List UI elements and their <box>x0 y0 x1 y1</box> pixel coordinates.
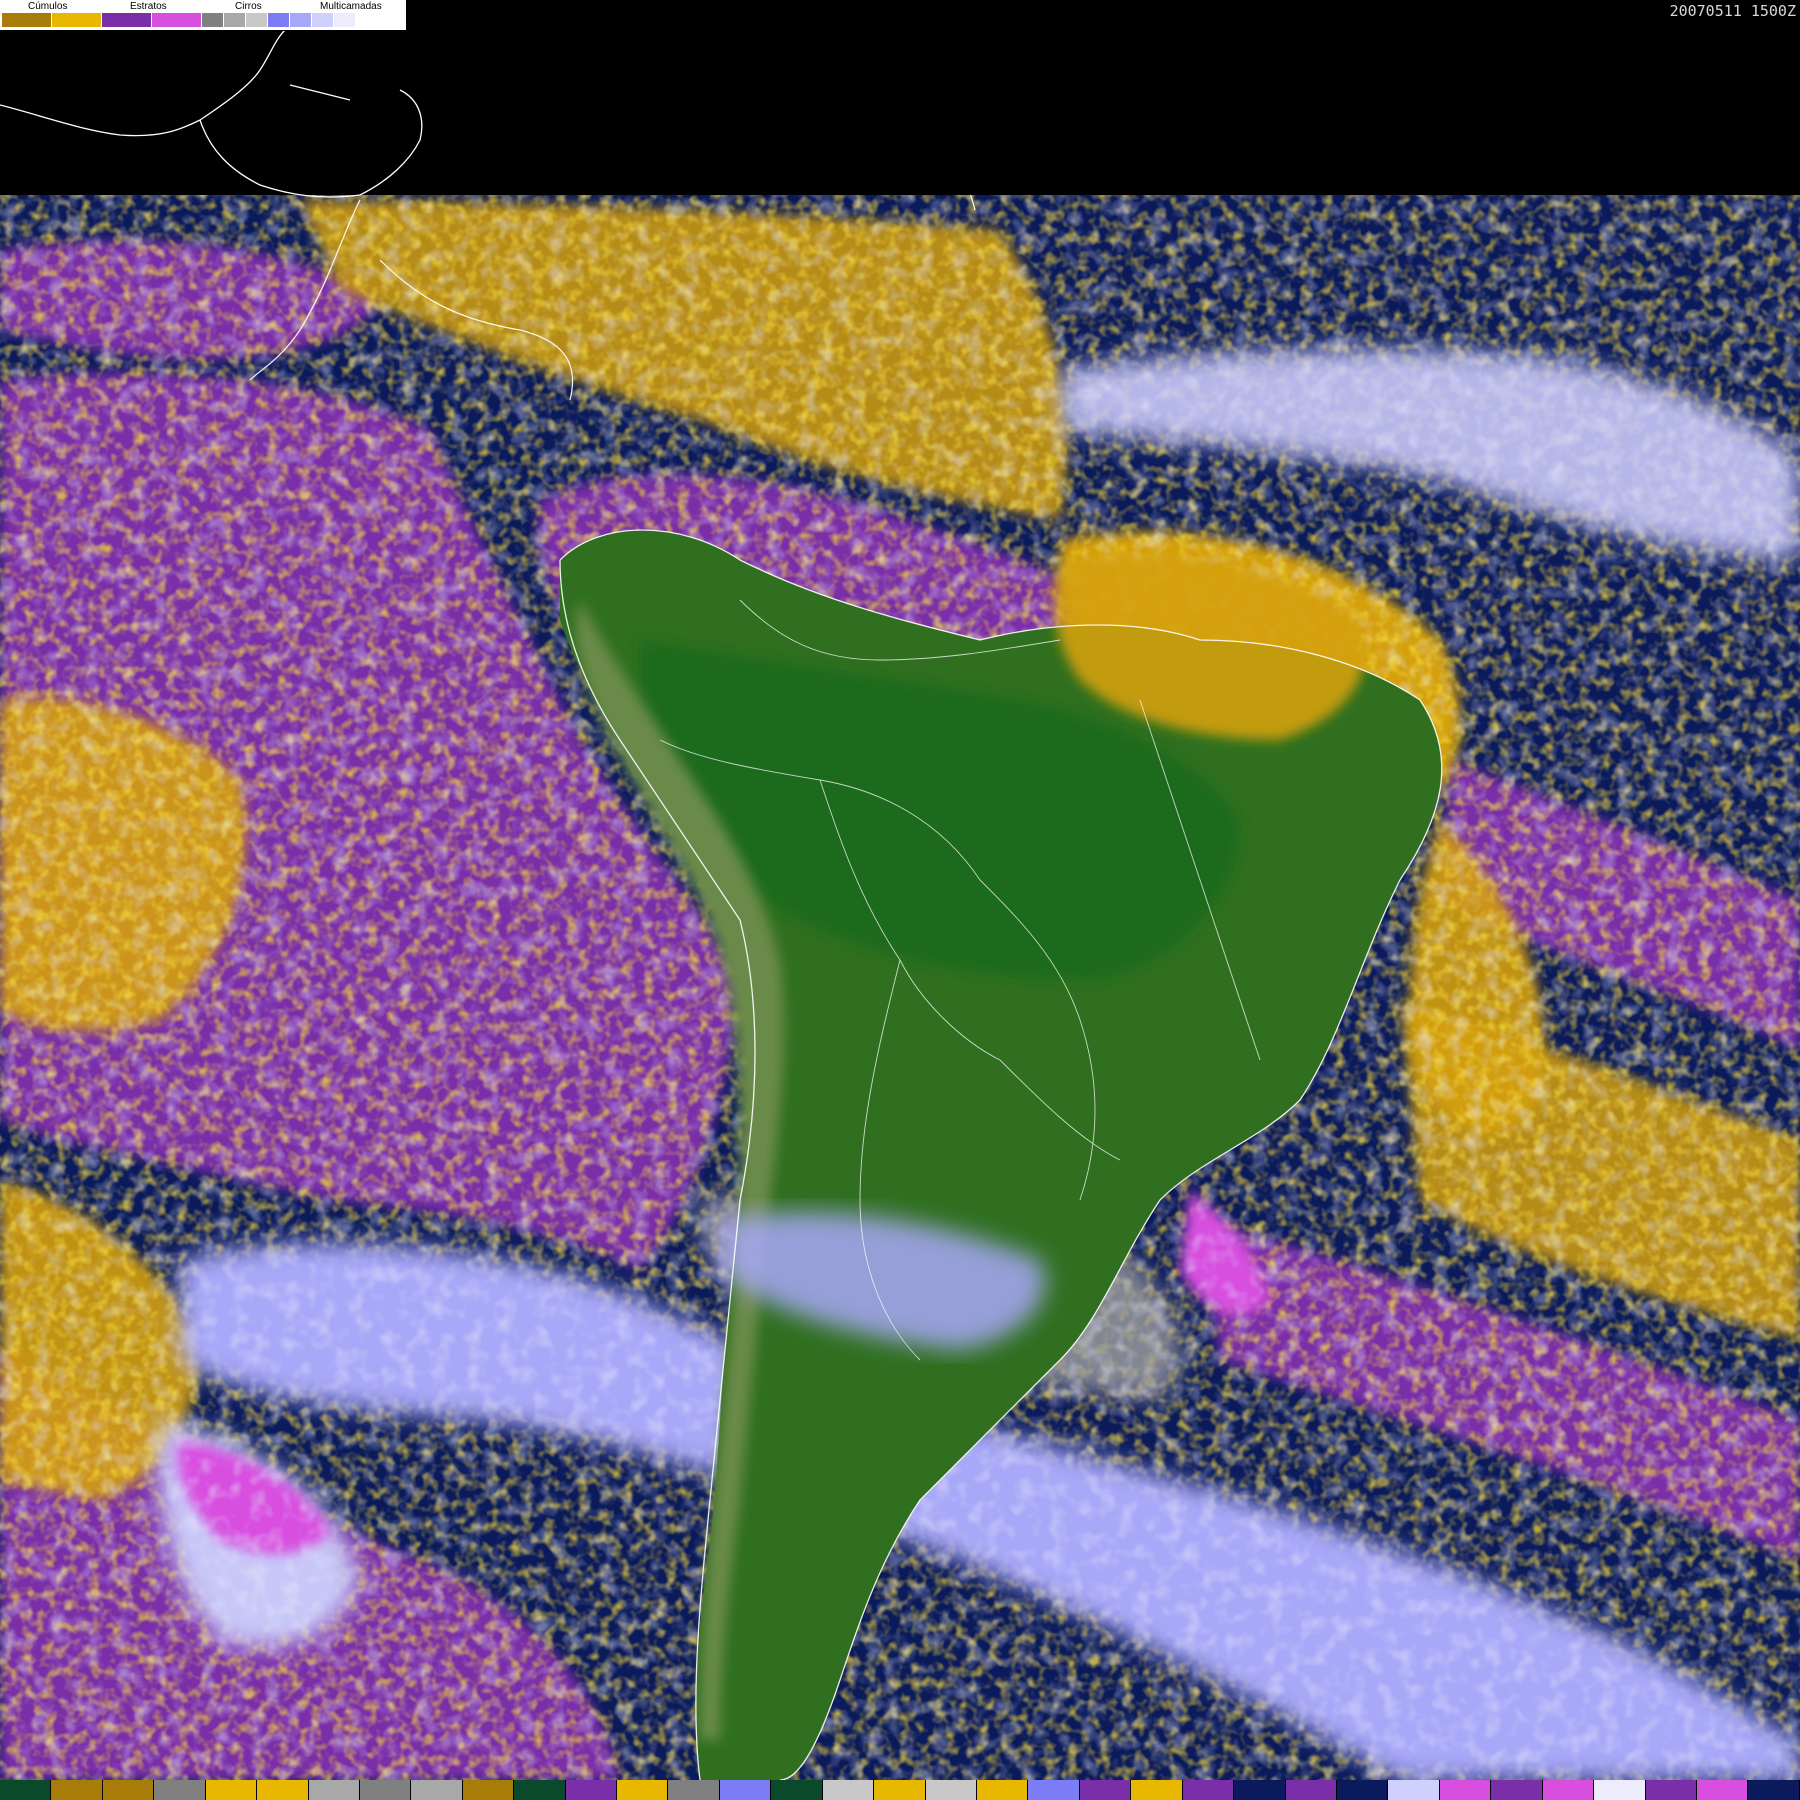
colorbar-cell <box>154 1780 206 1800</box>
colorbar-cell <box>1182 1780 1235 1800</box>
legend-swatch-0-1 <box>52 13 102 27</box>
colorbar-cell <box>1131 1780 1183 1800</box>
colorbar-cell <box>1388 1780 1440 1800</box>
legend-label-cirros: Cirros <box>235 1 262 12</box>
colorbar-cell <box>1594 1780 1646 1800</box>
colorbar-cell <box>1336 1780 1389 1800</box>
colorbar-cell <box>411 1780 463 1800</box>
colorbar-cell <box>102 1780 155 1800</box>
colorbar-cell <box>1748 1780 1800 1800</box>
colorbar-cell <box>1439 1780 1492 1800</box>
colorbar-cell <box>1285 1780 1337 1800</box>
colorbar-cell <box>617 1780 669 1800</box>
colorbar-cell <box>1542 1780 1595 1800</box>
cloud-type-legend: Cúmulos Estratos Cirros Multicamadas <box>0 0 407 31</box>
cloud-classification-map <box>0 0 1800 1800</box>
legend-swatch-3-2 <box>312 13 334 27</box>
legend-swatch-2-1 <box>224 13 246 27</box>
legend-swatch-0-0 <box>2 13 52 27</box>
bottom-color-bar <box>0 1780 1800 1800</box>
colorbar-cell <box>205 1780 258 1800</box>
colorbar-cell <box>514 1780 566 1800</box>
legend-swatch-2-0 <box>202 13 224 27</box>
legend-swatch-2-2 <box>246 13 268 27</box>
colorbar-cell <box>874 1780 926 1800</box>
colorbar-cell <box>719 1780 772 1800</box>
colorbar-cell <box>1079 1780 1132 1800</box>
colorbar-cell <box>257 1780 309 1800</box>
colorbar-cell <box>822 1780 875 1800</box>
legend-label-multicamadas: Multicamadas <box>320 1 382 12</box>
colorbar-cell <box>668 1780 720 1800</box>
colorbar-cell <box>1234 1780 1286 1800</box>
legend-swatch-1-0 <box>102 13 152 27</box>
colorbar-cell <box>1491 1780 1543 1800</box>
colorbar-cell <box>565 1780 618 1800</box>
legend-swatches <box>2 13 402 27</box>
colorbar-cell <box>1696 1780 1749 1800</box>
image-timestamp: 20070511 1500Z <box>1669 2 1796 20</box>
colorbar-cell <box>51 1780 103 1800</box>
colorbar-cell <box>925 1780 978 1800</box>
colorbar-cell <box>359 1780 412 1800</box>
colorbar-cell <box>771 1780 823 1800</box>
legend-swatch-1-1 <box>152 13 202 27</box>
colorbar-cell <box>308 1780 360 1800</box>
colorbar-cell <box>0 1780 52 1800</box>
legend-swatch-3-1 <box>290 13 312 27</box>
colorbar-cell <box>1028 1780 1080 1800</box>
colorbar-cell <box>462 1780 515 1800</box>
legend-swatch-3-0 <box>268 13 290 27</box>
legend-swatch-3-3 <box>334 13 356 27</box>
satellite-image: Cúmulos Estratos Cirros Multicamadas 200… <box>0 0 1800 1800</box>
legend-label-estratos: Estratos <box>130 1 167 12</box>
colorbar-cell <box>1645 1780 1697 1800</box>
colorbar-cell <box>977 1780 1029 1800</box>
legend-label-cumulos: Cúmulos <box>28 1 68 12</box>
